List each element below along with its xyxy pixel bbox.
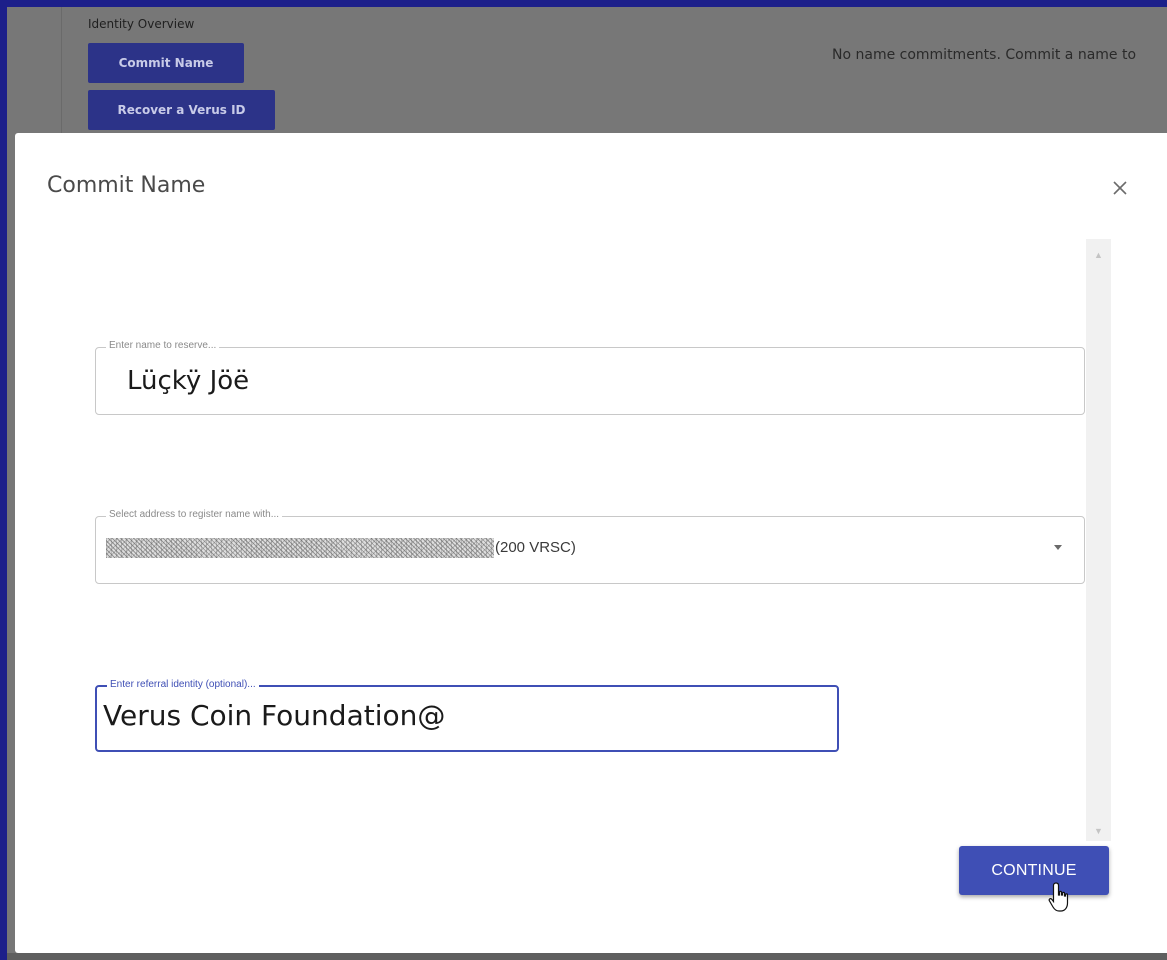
address-select-label: Select address to register name with...: [106, 509, 283, 520]
continue-button[interactable]: CONTINUE: [959, 846, 1109, 895]
name-field-value[interactable]: Lüçkÿ Jöë: [127, 366, 249, 396]
recover-verus-id-button[interactable]: Recover a Verus ID: [88, 90, 275, 130]
scroll-down-arrow-icon[interactable]: ▼: [1086, 821, 1111, 841]
close-icon[interactable]: [1105, 173, 1135, 203]
address-select[interactable]: Select address to register name with... …: [95, 509, 1085, 584]
dialog-title: Commit Name: [47, 173, 206, 198]
sidebar-divider: [61, 7, 62, 137]
hand-pointer-cursor-icon: [1048, 882, 1069, 912]
referral-field-label: Enter referral identity (optional)...: [107, 679, 259, 690]
commit-name-dialog: Commit Name ▲ ▼ Enter name to reserve...…: [15, 133, 1167, 953]
chevron-down-icon[interactable]: [1054, 545, 1062, 550]
scroll-up-arrow-icon[interactable]: ▲: [1086, 245, 1111, 265]
name-to-reserve-field[interactable]: Enter name to reserve... Lüçkÿ Jöë: [95, 340, 1085, 415]
name-field-label: Enter name to reserve...: [106, 340, 220, 351]
commit-name-button[interactable]: Commit Name: [88, 43, 244, 83]
scrollbar[interactable]: ▲ ▼: [1086, 239, 1111, 841]
address-balance: (200 VRSC): [495, 539, 576, 556]
referral-identity-field[interactable]: Enter referral identity (optional)... Ve…: [95, 679, 839, 752]
empty-commitments-message: No name commitments. Commit a name to: [832, 47, 1137, 63]
app-window: Identity Overview Commit Name Recover a …: [7, 7, 1167, 960]
bottom-strip: [7, 953, 1167, 960]
referral-field-value[interactable]: Verus Coin Foundation@: [103, 699, 445, 732]
close-icon-glyph: [1113, 181, 1127, 195]
identity-overview-heading: Identity Overview: [88, 17, 195, 31]
redacted-address: [106, 538, 494, 558]
